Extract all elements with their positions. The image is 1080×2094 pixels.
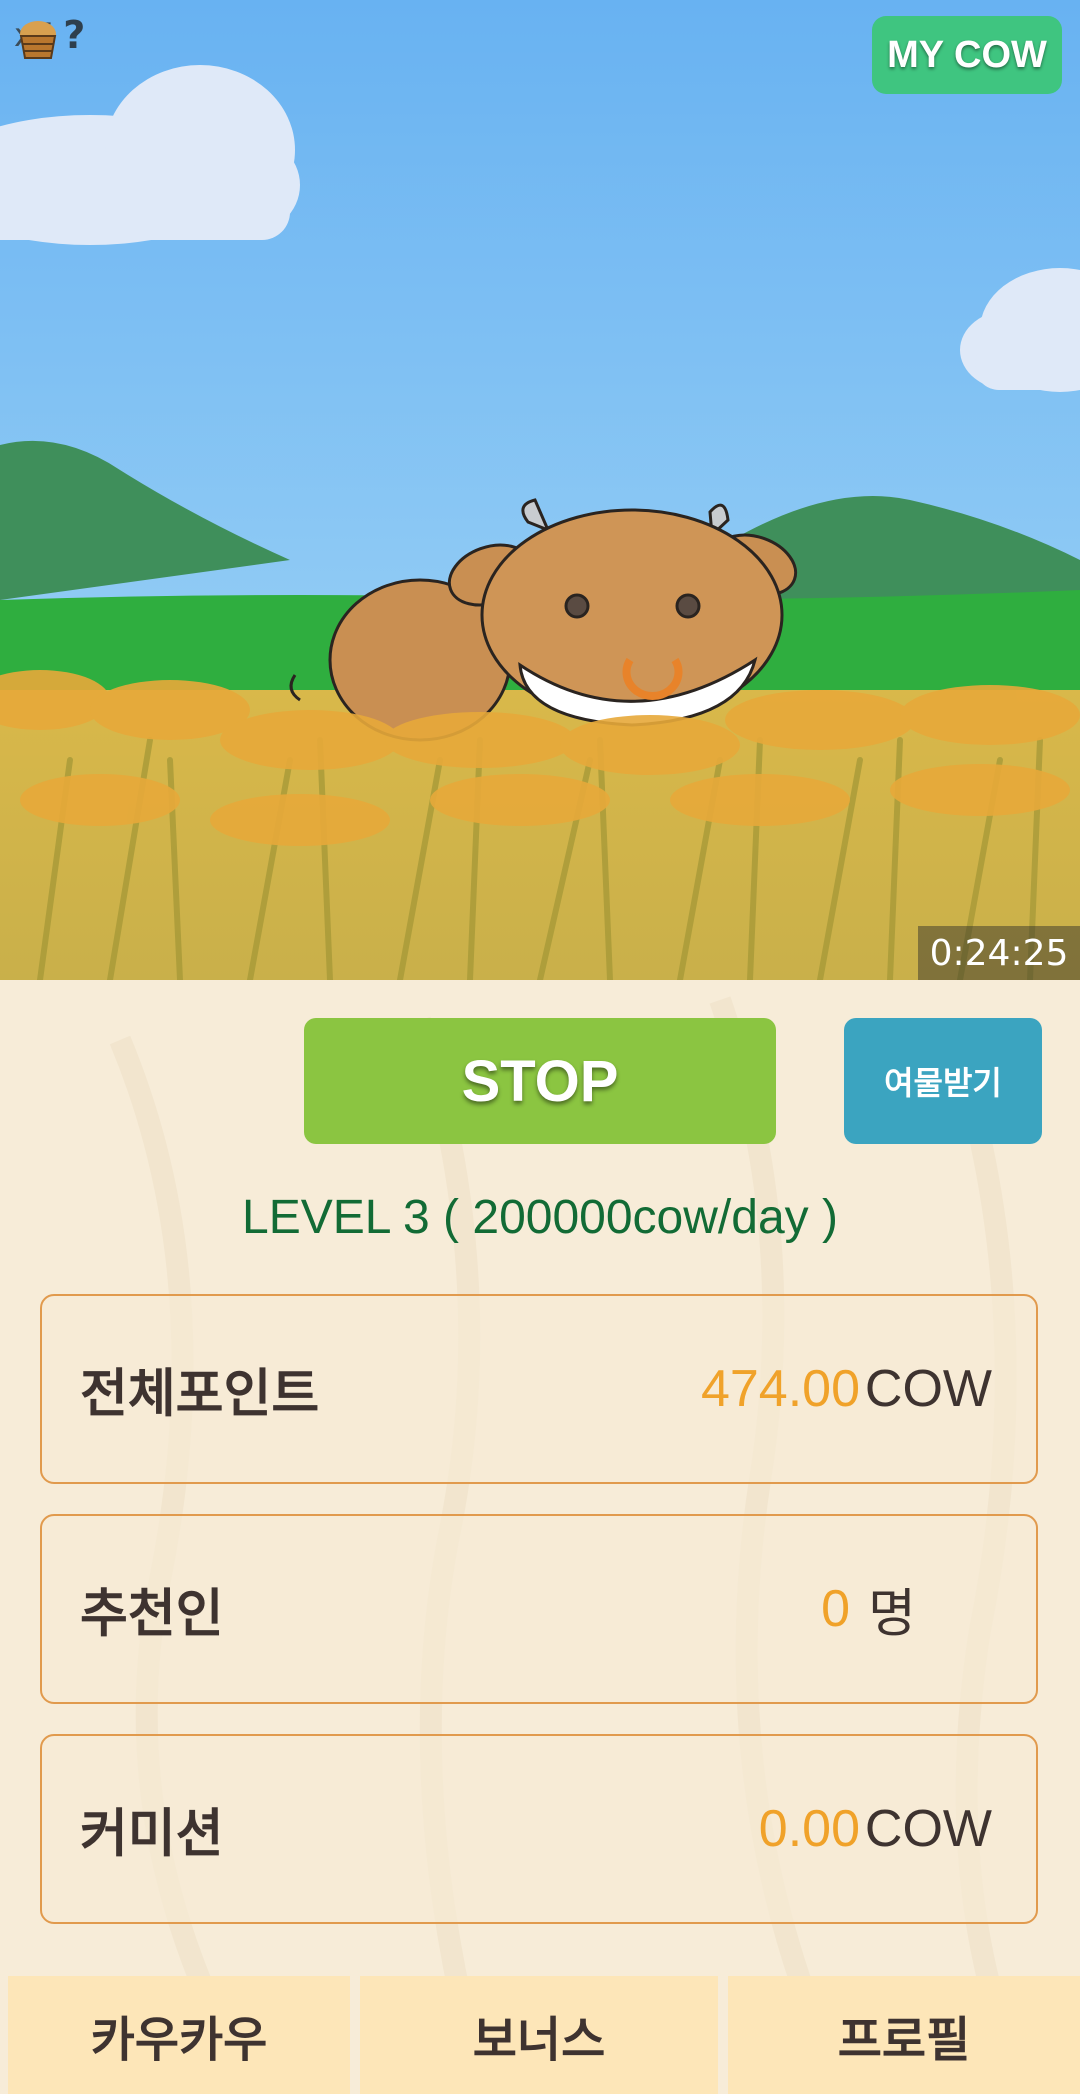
stop-button[interactable]: STOP (304, 1018, 776, 1144)
tab-bonus[interactable]: 보너스 (360, 1976, 718, 2094)
tab-cowcow[interactable]: 카우카우 (8, 1976, 350, 2094)
referrer-card: 추천인 0 명 (40, 1514, 1038, 1704)
referrer-count: 0 (821, 1580, 850, 1638)
total-points-unit: COW (864, 1360, 992, 1418)
commission-unit: COW (864, 1800, 992, 1858)
tab-profile[interactable]: 프로필 (728, 1976, 1080, 2094)
game-scene[interactable]: x7 ? MY COW 0:24:25 (0, 0, 1080, 980)
commission-label: 커미션 (80, 1804, 224, 1865)
feed-counter: x7 ? (14, 16, 85, 59)
receive-feed-button[interactable]: 여물받기 (844, 1018, 1042, 1144)
pasture-illustration (0, 0, 1080, 980)
total-points-label: 전체포인트 (80, 1364, 320, 1425)
bottom-tab-bar: 카우카우 보너스 프로필 (0, 1976, 1080, 2094)
level-info: LEVEL 3 ( 200000cow/day ) (242, 1191, 838, 1244)
referrer-unit: 명 (868, 1585, 916, 1644)
commission-card: 커미션 0.00 COW (40, 1734, 1038, 1924)
feed-bucket-icon (19, 21, 57, 59)
countdown-timer: 0:24:25 (918, 926, 1080, 980)
my-cow-button[interactable]: MY COW (872, 16, 1062, 94)
total-points-card: 전체포인트 474.00 COW (40, 1294, 1038, 1484)
total-points-value: 474.00 (700, 1360, 860, 1418)
commission-value: 0.00 (758, 1800, 860, 1858)
question-mark-icon[interactable]: ? (63, 16, 85, 54)
referrer-label: 추천인 (80, 1584, 224, 1645)
